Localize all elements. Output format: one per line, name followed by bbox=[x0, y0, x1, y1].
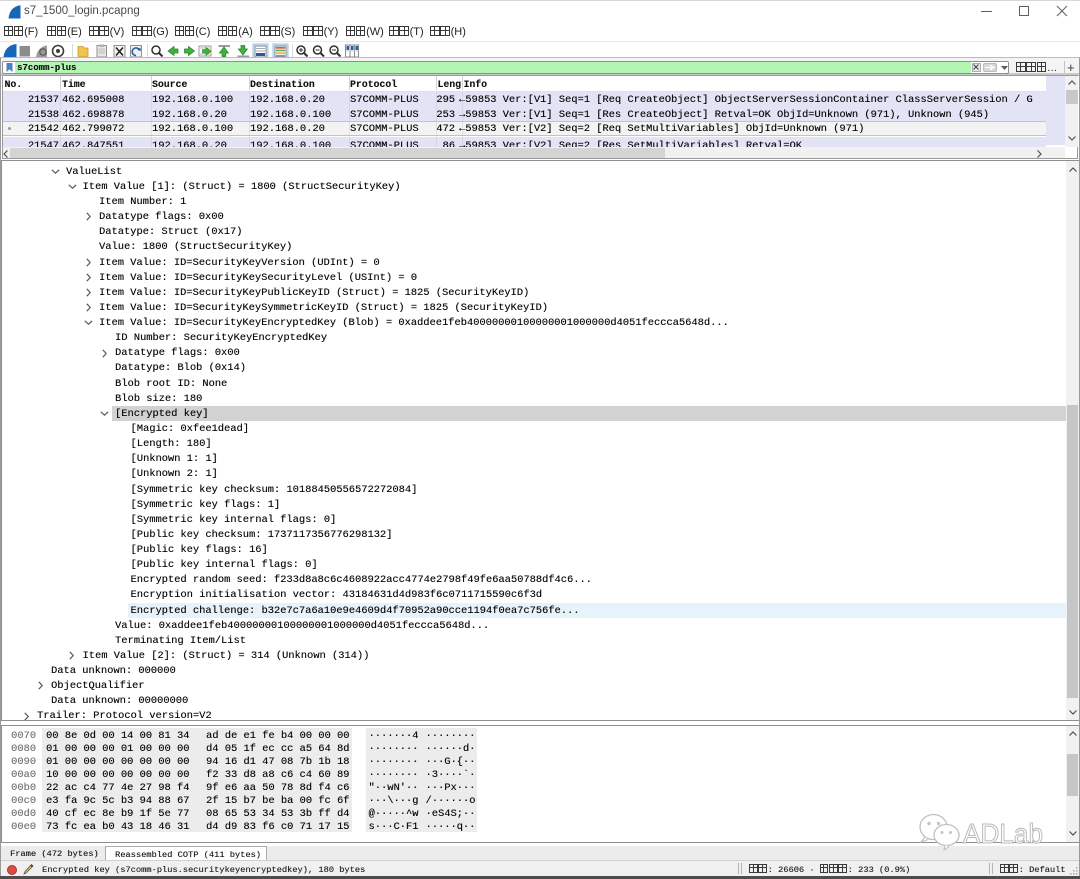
svg-text:ADLab: ADLab bbox=[963, 818, 1043, 849]
